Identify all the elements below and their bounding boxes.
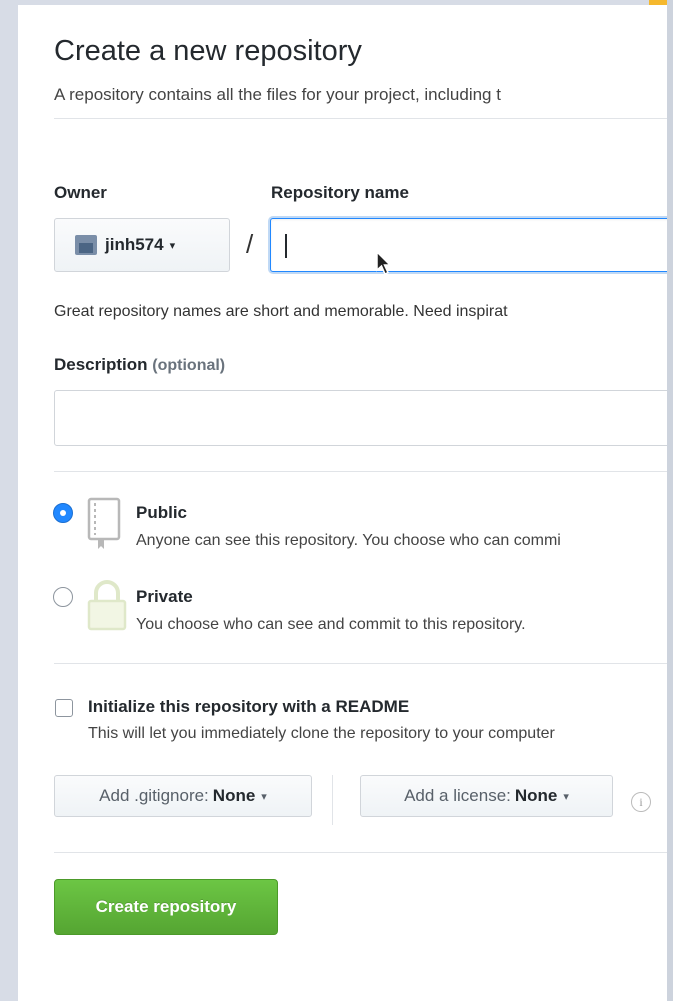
repo-name-hint: Great repository names are short and mem…	[54, 303, 508, 320]
repo-name-input[interactable]	[270, 218, 668, 272]
text-caret	[285, 234, 287, 258]
lock-icon	[87, 580, 127, 631]
private-description: You choose who can see and commit to thi…	[136, 616, 526, 633]
private-radio[interactable]	[53, 587, 73, 607]
license-label: Add a license:	[404, 786, 511, 805]
description-label-text: Description	[54, 355, 148, 374]
owner-dropdown[interactable]: jinh574 ▾	[54, 218, 230, 272]
public-title: Public	[136, 503, 188, 522]
chevron-down-icon: ▾	[261, 790, 267, 803]
divider	[54, 852, 668, 853]
window-edge	[667, 0, 673, 1001]
gitignore-value: None	[212, 786, 256, 805]
description-input[interactable]	[54, 390, 668, 446]
divider	[54, 118, 668, 119]
divider	[54, 471, 668, 472]
repo-book-icon	[87, 497, 121, 549]
chevron-down-icon: ▾	[169, 239, 176, 252]
mouse-pointer-icon	[376, 251, 392, 276]
owner-label: Owner	[54, 183, 107, 202]
optional-tag: (optional)	[152, 357, 226, 374]
gitignore-label: Add .gitignore:	[99, 786, 209, 805]
chevron-down-icon: ▾	[563, 790, 569, 803]
avatar	[75, 235, 97, 255]
readme-checkbox[interactable]	[55, 699, 73, 717]
description-label: Description (optional)	[54, 355, 225, 375]
page-title: Create a new repository	[54, 35, 362, 67]
license-value: None	[514, 786, 558, 805]
page-subtitle: A repository contains all the files for …	[54, 85, 501, 104]
create-repo-panel: Create a new repository A repository con…	[18, 5, 668, 1001]
readme-description: This will let you immediately clone the …	[88, 725, 555, 742]
divider	[54, 663, 668, 664]
license-dropdown[interactable]: Add a license: None ▾	[360, 775, 613, 817]
private-title: Private	[136, 587, 193, 606]
info-icon[interactable]: i	[631, 792, 651, 812]
public-radio[interactable]	[53, 503, 73, 523]
owner-name: jinh574	[105, 235, 164, 254]
readme-label[interactable]: Initialize this repository with a README	[88, 697, 409, 717]
owner-repo-separator: /	[246, 229, 254, 259]
repo-name-label: Repository name	[271, 183, 409, 202]
vertical-divider	[332, 775, 333, 825]
gitignore-dropdown[interactable]: Add .gitignore: None ▾	[54, 775, 312, 817]
public-description: Anyone can see this repository. You choo…	[136, 532, 561, 549]
create-repository-button[interactable]: Create repository	[54, 879, 278, 935]
